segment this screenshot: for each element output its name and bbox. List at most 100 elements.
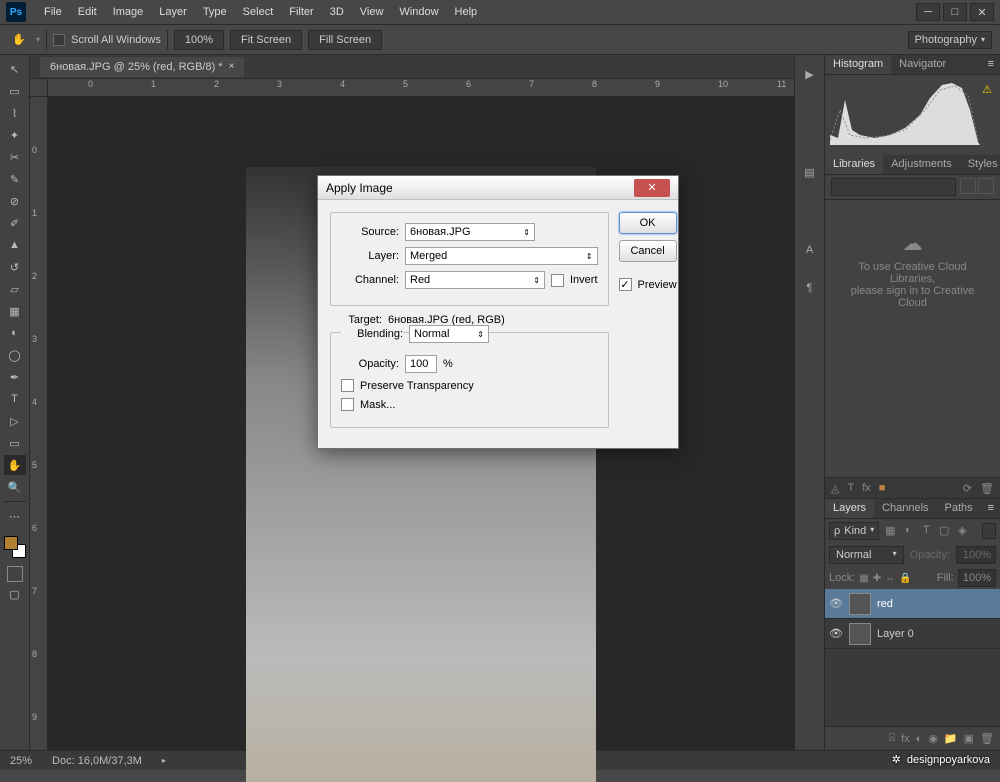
smart-filter-icon[interactable]: ◈ (955, 524, 969, 538)
filter-toggle[interactable] (982, 523, 996, 539)
invert-checkbox[interactable] (551, 274, 564, 287)
new-layer-icon[interactable]: ▣ (964, 732, 974, 745)
mask-checkbox[interactable] (341, 398, 354, 411)
menu-3d[interactable]: 3D (322, 6, 352, 18)
shape-tool-icon[interactable]: ▭ (4, 433, 26, 453)
foreground-background-color[interactable] (4, 536, 26, 558)
list-view-icon[interactable] (978, 178, 994, 194)
trash-icon[interactable]: 🗑 (980, 732, 994, 745)
play-icon[interactable]: ▶ (801, 65, 819, 83)
tab-styles[interactable]: Styles (960, 155, 1000, 174)
screen-mode-icon[interactable]: ▢ (4, 584, 26, 604)
layer-select[interactable]: Merged⇕ (405, 247, 598, 265)
refresh-icon[interactable]: ⟳ (963, 482, 972, 495)
fill-screen-button[interactable]: Fill Screen (308, 30, 382, 50)
healing-brush-tool-icon[interactable]: ⊘ (4, 191, 26, 211)
type-tool-icon[interactable]: T (4, 389, 26, 409)
blur-tool-icon[interactable]: ◐ (4, 323, 26, 343)
panel-menu-icon[interactable]: ≡ (982, 55, 1000, 74)
window-close-button[interactable]: ✕ (970, 3, 994, 21)
lasso-tool-icon[interactable]: ⌇ (4, 103, 26, 123)
preserve-transparency-checkbox[interactable] (341, 379, 354, 392)
type-filter-icon[interactable]: T (919, 524, 933, 538)
visibility-icon[interactable]: 👁 (829, 597, 843, 610)
paragraph-icon[interactable]: ¶ (801, 279, 819, 297)
grid-view-icon[interactable] (960, 178, 976, 194)
source-select[interactable]: 6новая.JPG⇕ (405, 223, 535, 241)
fit-screen-button[interactable]: Fit Screen (230, 30, 302, 50)
opacity-input[interactable] (405, 355, 437, 373)
visibility-icon[interactable]: 👁 (829, 627, 843, 640)
hand-tool-icon[interactable]: ✋ (8, 29, 30, 51)
tab-layers[interactable]: Layers (825, 499, 874, 518)
window-minimize-button[interactable]: ─ (916, 3, 940, 21)
marquee-tool-icon[interactable]: ▭ (4, 81, 26, 101)
layer-thumbnail[interactable] (849, 623, 871, 645)
fx-icon[interactable]: fx (862, 482, 871, 494)
link-icon[interactable]: ⍓ (888, 732, 895, 745)
layer-item-layer0[interactable]: 👁 Layer 0 (825, 619, 1000, 649)
adjustment-icon[interactable]: ◉ (928, 732, 938, 745)
preview-checkbox[interactable]: ✓ (619, 278, 632, 291)
clone-stamp-tool-icon[interactable]: ▲ (4, 235, 26, 255)
gradient-tool-icon[interactable]: ▦ (4, 301, 26, 321)
quick-mask-icon[interactable] (7, 566, 23, 582)
path-selection-tool-icon[interactable]: ▷ (4, 411, 26, 431)
zoom-tool-icon[interactable]: 🔍 (4, 477, 26, 497)
dialog-titlebar[interactable]: Apply Image ✕ (318, 176, 678, 200)
menu-filter[interactable]: Filter (281, 6, 321, 18)
trash-icon[interactable]: 🗑 (980, 482, 994, 495)
adjust-filter-icon[interactable]: ◐ (901, 524, 915, 538)
close-icon[interactable]: × (229, 61, 235, 72)
cancel-button[interactable]: Cancel (619, 240, 677, 262)
panel-icon[interactable]: ▤ (801, 163, 819, 181)
menu-file[interactable]: File (36, 6, 70, 18)
brush-tool-icon[interactable]: ✐ (4, 213, 26, 233)
mask-icon[interactable]: ◐ (916, 733, 923, 745)
style-swatch-icon[interactable]: ■ (879, 482, 886, 494)
lock-all-icon[interactable]: 🔒 (899, 573, 911, 584)
opacity-field[interactable]: 100% (956, 546, 996, 564)
tab-channels[interactable]: Channels (874, 499, 936, 518)
eraser-tool-icon[interactable]: ▱ (4, 279, 26, 299)
pen-tool-icon[interactable]: ✒ (4, 367, 26, 387)
status-doc-size[interactable]: Doc: 16,0M/37,3M (52, 755, 142, 767)
menu-view[interactable]: View (352, 6, 392, 18)
tab-navigator[interactable]: Navigator (891, 55, 954, 74)
menu-layer[interactable]: Layer (151, 6, 195, 18)
layer-name[interactable]: Layer 0 (877, 628, 914, 640)
tab-libraries[interactable]: Libraries (825, 155, 883, 174)
layer-filter-kind[interactable]: ρKind▾ (829, 522, 879, 540)
scroll-all-checkbox[interactable] (53, 34, 65, 46)
lock-artboard-icon[interactable]: ⇔ (885, 573, 895, 584)
menu-window[interactable]: Window (391, 6, 446, 18)
eyedropper-tool-icon[interactable]: ✎ (4, 169, 26, 189)
lock-pixels-icon[interactable]: ▦ (859, 573, 868, 584)
fx-icon[interactable]: fx (901, 733, 910, 745)
menu-image[interactable]: Image (105, 6, 152, 18)
blend-mode-dropdown[interactable]: Normal ▾ (829, 546, 904, 564)
history-brush-tool-icon[interactable]: ↺ (4, 257, 26, 277)
type-icon[interactable]: T (847, 482, 854, 494)
library-selector[interactable] (831, 178, 956, 196)
menu-select[interactable]: Select (235, 6, 282, 18)
tab-paths[interactable]: Paths (937, 499, 981, 518)
pixel-filter-icon[interactable]: ▦ (883, 524, 897, 538)
crop-tool-icon[interactable]: ✂ (4, 147, 26, 167)
character-icon[interactable]: A (801, 241, 819, 259)
document-tab[interactable]: 6новая.JPG @ 25% (red, RGB/8) * × (40, 57, 244, 77)
channel-select[interactable]: Red⇕ (405, 271, 545, 289)
tab-adjustments[interactable]: Adjustments (883, 155, 960, 174)
shape-filter-icon[interactable]: ▢ (937, 524, 951, 538)
blending-select[interactable]: Normal⇕ (409, 325, 489, 343)
move-tool-icon[interactable]: ↖ (4, 59, 26, 79)
group-icon[interactable]: 📁 (944, 732, 958, 745)
tab-histogram[interactable]: Histogram (825, 55, 891, 74)
menu-type[interactable]: Type (195, 6, 235, 18)
status-zoom[interactable]: 25% (10, 755, 32, 767)
edit-toolbar-icon[interactable]: ⋯ (4, 506, 26, 526)
layer-name[interactable]: red (877, 598, 893, 610)
fill-field[interactable]: 100% (958, 569, 996, 587)
magic-wand-tool-icon[interactable]: ✦ (4, 125, 26, 145)
window-maximize-button[interactable]: □ (943, 3, 967, 21)
